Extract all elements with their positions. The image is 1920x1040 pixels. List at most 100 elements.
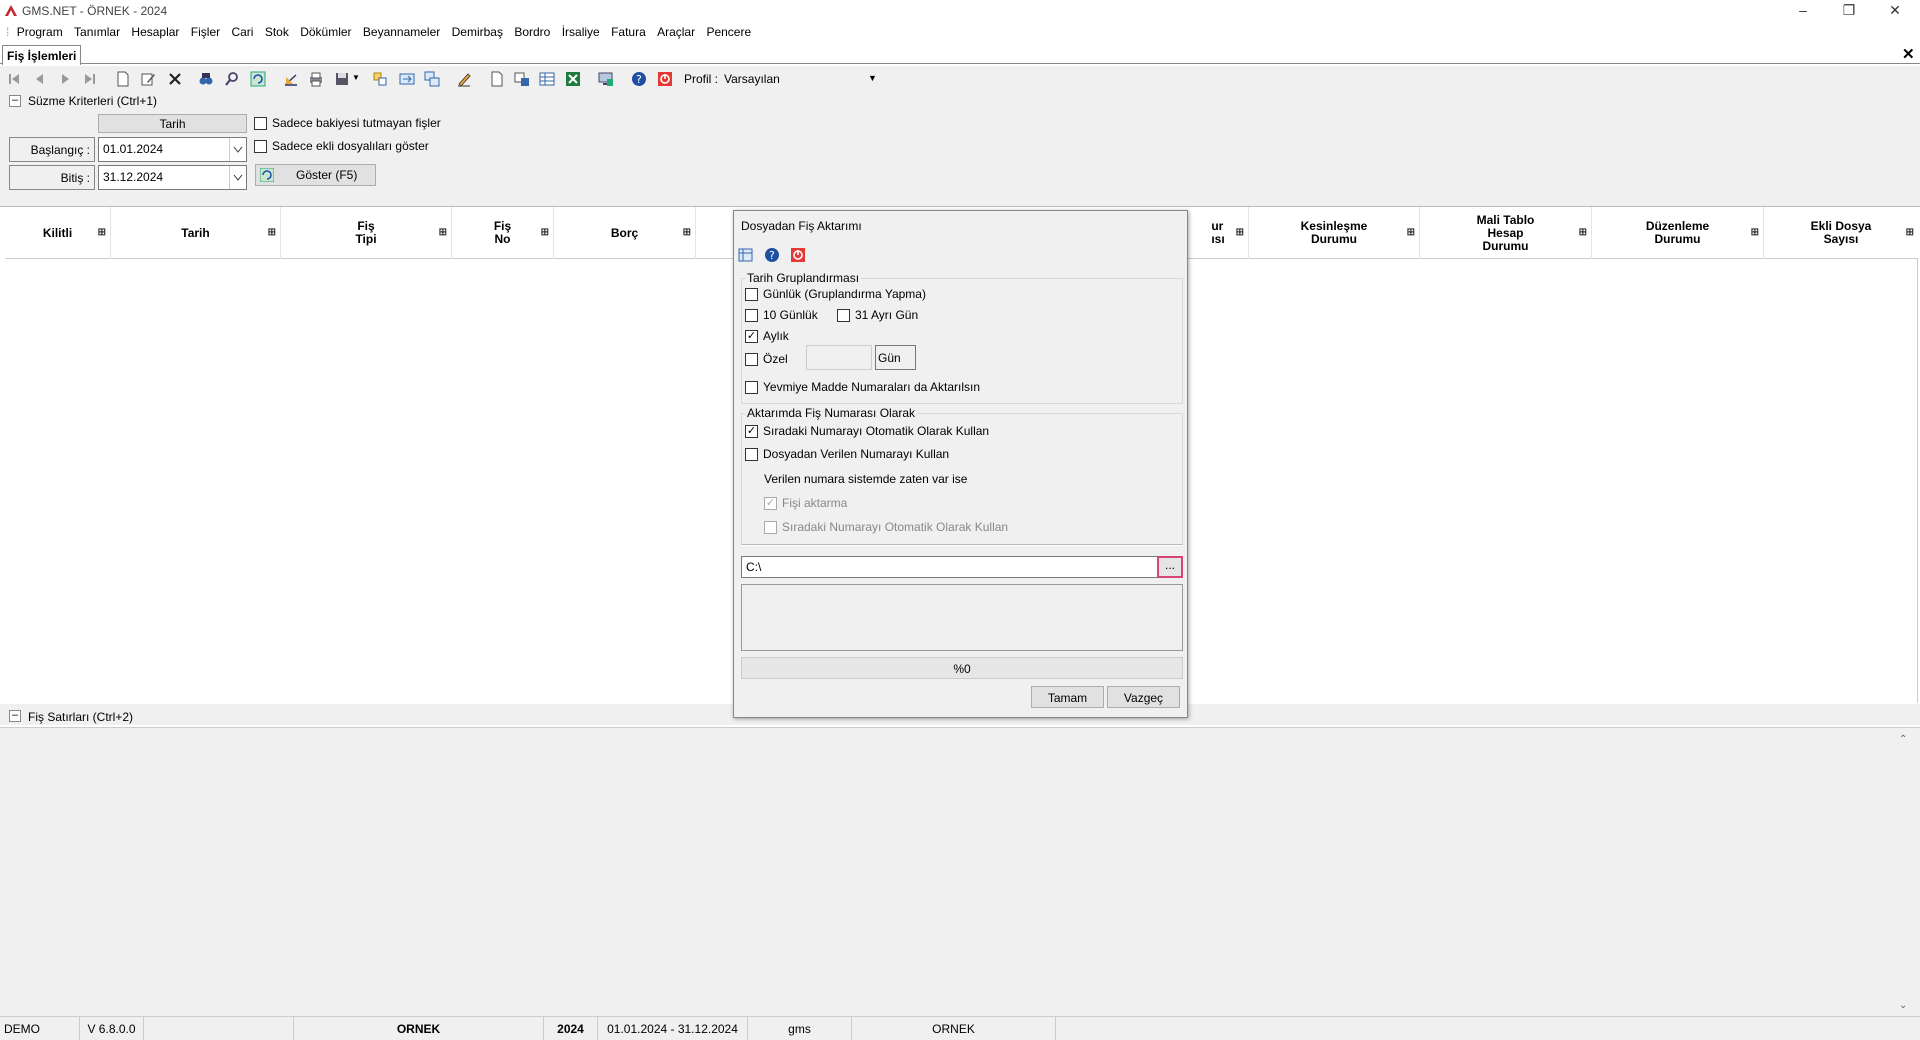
start-date-input[interactable]: 01.01.2024 — [98, 137, 247, 162]
grid-export-icon[interactable] — [514, 71, 530, 87]
yevmiye-checkbox[interactable]: Yevmiye Madde Numaraları da Aktarılsın — [745, 380, 980, 395]
next-record-icon[interactable] — [57, 71, 73, 87]
checkbox-box[interactable]: ✓ — [745, 425, 758, 439]
column-fis-no[interactable]: Fiş No ⊞ — [452, 207, 554, 259]
start-date-dropdown-icon[interactable] — [229, 138, 246, 161]
scroll-up-icon[interactable]: ⌃ — [1899, 734, 1907, 745]
help-icon[interactable]: ? — [631, 71, 647, 87]
collapse-icon[interactable]: – — [9, 95, 21, 107]
menu-cari[interactable]: Cari — [227, 22, 257, 39]
end-date-dropdown-icon[interactable] — [229, 166, 246, 189]
skip-checkbox[interactable]: ✓ Fişi aktarma — [764, 496, 847, 511]
save-dropdown-icon[interactable]: ▼ — [352, 73, 360, 82]
checkbox-box[interactable] — [254, 140, 267, 154]
menu-pencere[interactable]: Pencere — [702, 22, 755, 39]
column-ekli-dosya[interactable]: Ekli Dosya Sayısı ⊞ — [1764, 207, 1918, 259]
menu-dokumler[interactable]: Dökümler — [296, 22, 355, 39]
scroll-down-icon[interactable]: ⌄ — [1899, 1000, 1907, 1011]
browse-button[interactable]: ... — [1157, 556, 1183, 578]
print-icon[interactable] — [308, 71, 324, 87]
profile-select[interactable]: Varsayılan ▼ — [722, 68, 882, 89]
new-document-icon[interactable] — [115, 71, 131, 87]
edit-document-icon[interactable] — [140, 71, 156, 87]
column-duzenleme[interactable]: Düzenleme Durumu ⊞ — [1592, 207, 1764, 259]
ok-button[interactable]: Tamam — [1031, 686, 1104, 708]
table-icon[interactable] — [539, 71, 555, 87]
close-window-button[interactable]: ✕ — [1872, 0, 1918, 22]
file-settings-icon[interactable] — [738, 247, 754, 263]
refresh-icon[interactable] — [250, 71, 266, 87]
menu-demirbas[interactable]: Demirbaş — [448, 22, 507, 39]
multi-window-icon[interactable] — [424, 71, 440, 87]
cancel-button[interactable]: Vazgeç — [1107, 686, 1180, 708]
column-kesinlesme[interactable]: Kesinleşme Durumu ⊞ — [1249, 207, 1420, 259]
filter-group-header[interactable]: – Süzme Kriterleri (Ctrl+1) — [0, 92, 1920, 110]
minimize-button[interactable]: – — [1780, 0, 1826, 22]
menu-irsaliye[interactable]: İrsaliye — [558, 22, 604, 39]
checkbox-box[interactable] — [745, 288, 758, 302]
day-unit-button[interactable]: Gün — [875, 345, 916, 370]
monthly-checkbox[interactable]: ✓ Aylık — [745, 329, 789, 344]
log-area[interactable] — [741, 584, 1183, 651]
exit-icon[interactable] — [790, 247, 806, 263]
auto-number-2-checkbox[interactable]: Sıradaki Numarayı Otomatik Olarak Kullan — [764, 520, 1008, 535]
checkbox-box[interactable]: ✓ — [764, 497, 777, 511]
chart-icon[interactable] — [283, 71, 299, 87]
previous-record-icon[interactable] — [32, 71, 48, 87]
transfer-icon[interactable] — [399, 71, 415, 87]
auto-number-checkbox[interactable]: ✓ Sıradaki Numarayı Otomatik Olarak Kulla… — [745, 424, 989, 439]
delete-icon[interactable] — [167, 71, 183, 87]
checkbox-box[interactable] — [837, 309, 850, 323]
find-icon[interactable] — [198, 71, 214, 87]
tab-fis-islemleri[interactable]: Fiş İşlemleri — [2, 45, 82, 65]
column-mali-tablo[interactable]: Mali Tablo Hesap Durumu ⊞ — [1420, 207, 1592, 259]
checkbox-box[interactable] — [745, 309, 758, 323]
excel-icon[interactable] — [565, 71, 581, 87]
menu-program[interactable]: Program — [13, 22, 67, 39]
end-date-input[interactable]: 31.12.2024 — [98, 165, 247, 190]
unbalanced-checkbox[interactable]: Sadece bakiyesi tutmayan fişler — [254, 116, 441, 131]
menu-fatura[interactable]: Fatura — [607, 22, 650, 39]
menu-araclar[interactable]: Araçlar — [653, 22, 699, 39]
restore-button[interactable]: ❐ — [1826, 0, 1872, 22]
column-partial[interactable]: ur ısı ⊞ — [1188, 207, 1249, 259]
first-record-icon[interactable] — [6, 71, 22, 87]
show-button[interactable]: Göster (F5) — [255, 164, 376, 186]
checkbox-box[interactable] — [745, 448, 758, 462]
column-tarih[interactable]: Tarih ⊞ — [111, 207, 281, 259]
help-icon[interactable]: ? — [764, 247, 780, 263]
custom-days-input[interactable] — [806, 345, 872, 370]
edit-pencil-icon[interactable] — [456, 71, 472, 87]
menu-beyannameler[interactable]: Beyannameler — [359, 22, 444, 39]
menu-tanimlar[interactable]: Tanımlar — [70, 22, 124, 39]
file-path-input[interactable]: C:\ — [741, 556, 1162, 578]
column-borc[interactable]: Borç ⊞ — [554, 207, 696, 259]
save-icon[interactable] — [334, 71, 350, 87]
column-kilitli[interactable]: Kilitli ⊞ — [5, 207, 111, 259]
exit-icon[interactable] — [657, 71, 673, 87]
ten-day-checkbox[interactable]: 10 Günlük — [745, 308, 818, 323]
blank-page-icon[interactable] — [489, 71, 505, 87]
checkbox-box[interactable] — [254, 117, 267, 131]
menu-fisler[interactable]: Fişler — [187, 22, 224, 39]
column-fis-tipi[interactable]: Fiş Tipi ⊞ — [281, 207, 452, 259]
last-record-icon[interactable] — [82, 71, 98, 87]
day31-checkbox[interactable]: 31 Ayrı Gün — [837, 308, 918, 323]
monitor-icon[interactable] — [598, 71, 614, 87]
lines-panel[interactable]: ⌃ ⌄ — [0, 727, 1920, 1016]
collapse-icon[interactable]: – — [9, 710, 21, 722]
daily-checkbox[interactable]: Günlük (Gruplandırma Yapma) — [745, 287, 926, 302]
menu-bordro[interactable]: Bordro — [510, 22, 554, 39]
checkbox-box[interactable] — [764, 521, 777, 535]
checkbox-box[interactable]: ✓ — [745, 330, 758, 344]
checkbox-box[interactable] — [745, 353, 758, 367]
menu-stok[interactable]: Stok — [261, 22, 293, 39]
menu-hesaplar[interactable]: Hesaplar — [127, 22, 183, 39]
file-number-checkbox[interactable]: Dosyadan Verilen Numarayı Kullan — [745, 447, 949, 462]
search-icon[interactable] — [224, 71, 240, 87]
copy-record-icon[interactable] — [372, 71, 388, 87]
close-tab-icon[interactable]: ✕ — [1902, 45, 1915, 63]
attached-only-checkbox[interactable]: Sadece ekli dosyalıları göster — [254, 139, 429, 154]
custom-checkbox[interactable]: Özel — [745, 352, 788, 367]
checkbox-box[interactable] — [745, 381, 758, 395]
